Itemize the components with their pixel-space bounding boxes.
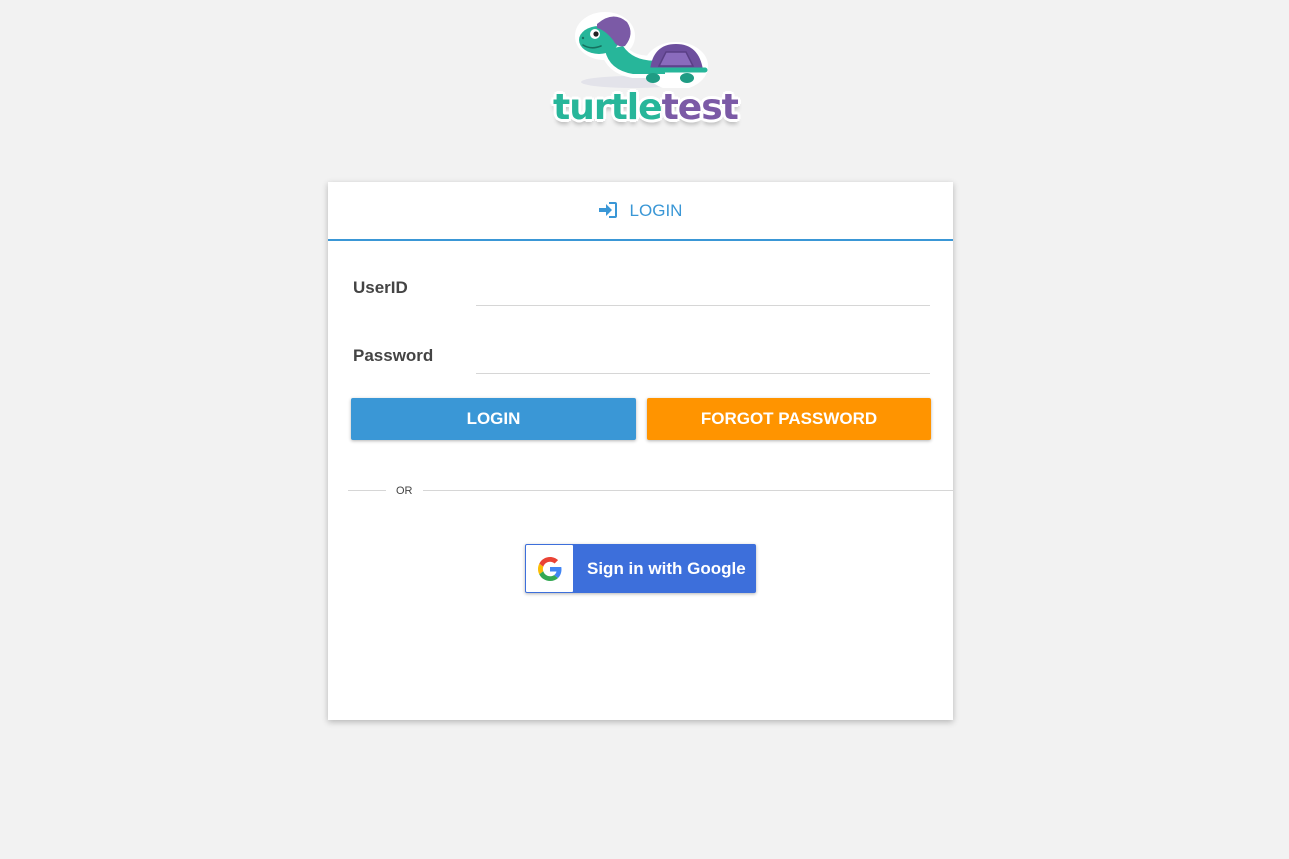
google-g-icon — [537, 556, 561, 581]
google-logo-box — [526, 545, 573, 592]
forgot-password-button[interactable]: FORGOT PASSWORD — [647, 398, 931, 440]
userid-input[interactable] — [476, 277, 930, 306]
google-signin-button[interactable]: Sign in with Google — [525, 544, 756, 593]
login-header-title: LOGIN — [629, 200, 683, 220]
or-divider-left — [348, 490, 386, 491]
login-card: LOGIN UserID Password LOGIN FORGOT PASSW… — [328, 182, 953, 720]
or-divider-right — [423, 490, 953, 491]
or-divider-text: OR — [396, 485, 413, 497]
login-button[interactable]: LOGIN — [351, 398, 636, 440]
app-logo: turtletest — [553, 8, 739, 138]
google-signin-label: Sign in with Google — [587, 559, 746, 578]
logo-text-turtle: turtle — [553, 87, 663, 128]
password-label: Password — [353, 346, 434, 365]
password-input[interactable] — [476, 345, 930, 374]
logo-text-test: test — [661, 87, 739, 128]
login-header: LOGIN — [328, 182, 953, 241]
turtle-mascot-icon — [575, 12, 708, 88]
userid-label: UserID — [353, 278, 408, 297]
logo-wordmark: turtletest — [553, 86, 739, 130]
sign-in-icon — [598, 201, 617, 218]
